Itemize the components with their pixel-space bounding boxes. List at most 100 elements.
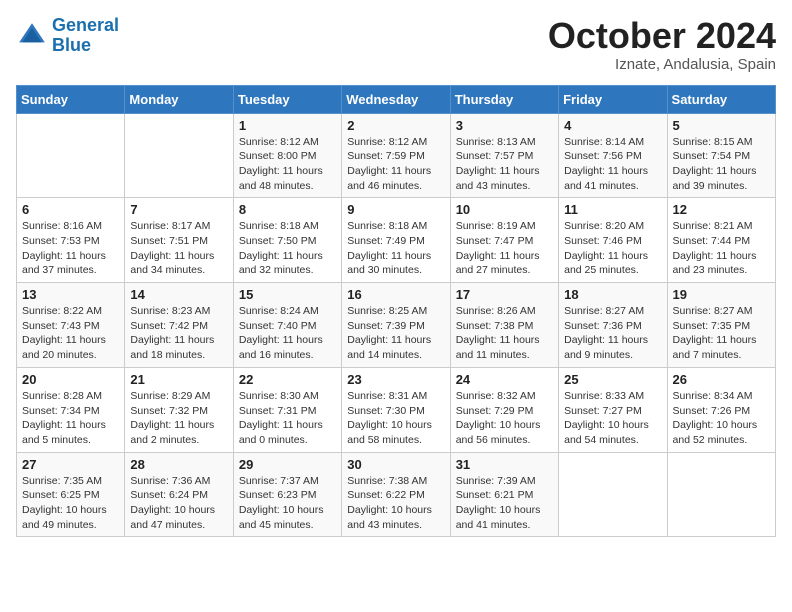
calendar-cell: 2 Sunrise: 8:12 AMSunset: 7:59 PMDaylight…: [342, 113, 450, 198]
calendar-cell: 8 Sunrise: 8:18 AMSunset: 7:50 PMDaylight…: [233, 198, 341, 283]
day-number: 6: [22, 202, 119, 217]
day-number: 26: [673, 372, 770, 387]
day-info: Sunrise: 8:27 AMSunset: 7:35 PMDaylight:…: [673, 304, 770, 363]
calendar-cell: 4Sunrise: 8:14 AMSunset: 7:56 PMDaylight…: [559, 113, 667, 198]
calendar-cell: 9Sunrise: 8:18 AMSunset: 7:49 PMDaylight…: [342, 198, 450, 283]
calendar-cell: 1Sunrise: 8:12 AMSunset: 8:00 PMDaylight…: [233, 113, 341, 198]
calendar-cell: 19 Sunrise: 8:27 AMSunset: 7:35 PMDayligh…: [667, 283, 775, 368]
day-info: Sunrise: 8:12 AMSunset: 7:59 PMDaylight:…: [347, 135, 444, 194]
day-number: 3: [456, 118, 553, 133]
header-cell-saturday: Saturday: [667, 85, 775, 113]
day-info: Sunrise: 7:35 AMSunset: 6:25 PMDaylight:…: [22, 474, 119, 533]
day-info: Sunrise: 8:18 AMSunset: 7:50 PMDaylight:…: [239, 219, 336, 278]
day-number: 14: [130, 287, 227, 302]
day-info: Sunrise: 8:21 AMSunset: 7:44 PMDaylight:…: [673, 219, 770, 278]
calendar-week-0: 1Sunrise: 8:12 AMSunset: 8:00 PMDaylight…: [17, 113, 776, 198]
day-info: Sunrise: 8:33 AMSunset: 7:27 PMDaylight:…: [564, 389, 661, 448]
day-number: 11: [564, 202, 661, 217]
day-info: Sunrise: 8:12 AMSunset: 8:00 PMDaylight:…: [239, 135, 336, 194]
header-cell-monday: Monday: [125, 85, 233, 113]
page-header: General Blue October 2024 Iznate, Andalu…: [16, 16, 776, 73]
day-info: Sunrise: 8:22 AMSunset: 7:43 PMDaylight:…: [22, 304, 119, 363]
calendar-cell: 16 Sunrise: 8:25 AMSunset: 7:39 PMDayligh…: [342, 283, 450, 368]
day-info: Sunrise: 7:38 AMSunset: 6:22 PMDaylight:…: [347, 474, 444, 533]
calendar-cell: 27 Sunrise: 7:35 AMSunset: 6:25 PMDayligh…: [17, 452, 125, 537]
calendar-week-4: 27 Sunrise: 7:35 AMSunset: 6:25 PMDayligh…: [17, 452, 776, 537]
day-number: 16: [347, 287, 444, 302]
day-info: Sunrise: 8:20 AMSunset: 7:46 PMDaylight:…: [564, 219, 661, 278]
day-number: 25: [564, 372, 661, 387]
title-block: October 2024 Iznate, Andalusia, Spain: [548, 16, 776, 73]
calendar-cell: 13 Sunrise: 8:22 AMSunset: 7:43 PMDayligh…: [17, 283, 125, 368]
header-cell-friday: Friday: [559, 85, 667, 113]
day-number: 5: [673, 118, 770, 133]
day-info: Sunrise: 8:23 AMSunset: 7:42 PMDaylight:…: [130, 304, 227, 363]
day-info: Sunrise: 8:24 AMSunset: 7:40 PMDaylight:…: [239, 304, 336, 363]
day-info: Sunrise: 8:27 AMSunset: 7:36 PMDaylight:…: [564, 304, 661, 363]
day-info: Sunrise: 8:25 AMSunset: 7:39 PMDaylight:…: [347, 304, 444, 363]
day-info: Sunrise: 8:18 AMSunset: 7:49 PMDaylight:…: [347, 219, 444, 278]
day-number: 23: [347, 372, 444, 387]
day-info: Sunrise: 8:26 AMSunset: 7:38 PMDaylight:…: [456, 304, 553, 363]
day-info: Sunrise: 8:29 AMSunset: 7:32 PMDaylight:…: [130, 389, 227, 448]
calendar-cell: 26Sunrise: 8:34 AMSunset: 7:26 PMDayligh…: [667, 367, 775, 452]
calendar-cell: 12 Sunrise: 8:21 AMSunset: 7:44 PMDayligh…: [667, 198, 775, 283]
day-info: Sunrise: 8:14 AMSunset: 7:56 PMDaylight:…: [564, 135, 661, 194]
day-number: 31: [456, 457, 553, 472]
day-number: 22: [239, 372, 336, 387]
logo-line2: Blue: [52, 35, 91, 55]
calendar-cell: 10Sunrise: 8:19 AMSunset: 7:47 PMDayligh…: [450, 198, 558, 283]
day-number: 29: [239, 457, 336, 472]
day-number: 8: [239, 202, 336, 217]
calendar-cell: [17, 113, 125, 198]
day-number: 19: [673, 287, 770, 302]
day-number: 27: [22, 457, 119, 472]
header-cell-sunday: Sunday: [17, 85, 125, 113]
calendar-cell: 23Sunrise: 8:31 AMSunset: 7:30 PMDayligh…: [342, 367, 450, 452]
logo-line1: General: [52, 15, 119, 35]
calendar-cell: 7Sunrise: 8:17 AMSunset: 7:51 PMDaylight…: [125, 198, 233, 283]
day-info: Sunrise: 8:15 AMSunset: 7:54 PMDaylight:…: [673, 135, 770, 194]
header-cell-tuesday: Tuesday: [233, 85, 341, 113]
calendar-cell: 24 Sunrise: 8:32 AMSunset: 7:29 PMDayligh…: [450, 367, 558, 452]
calendar-cell: 5 Sunrise: 8:15 AMSunset: 7:54 PMDaylight…: [667, 113, 775, 198]
calendar-cell: 3 Sunrise: 8:13 AMSunset: 7:57 PMDaylight…: [450, 113, 558, 198]
calendar-cell: [667, 452, 775, 537]
day-number: 30: [347, 457, 444, 472]
logo-text: General Blue: [52, 16, 119, 56]
day-number: 15: [239, 287, 336, 302]
day-info: Sunrise: 8:13 AMSunset: 7:57 PMDaylight:…: [456, 135, 553, 194]
day-number: 12: [673, 202, 770, 217]
day-info: Sunrise: 8:32 AMSunset: 7:29 PMDaylight:…: [456, 389, 553, 448]
day-number: 21: [130, 372, 227, 387]
calendar-cell: 31Sunrise: 7:39 AMSunset: 6:21 PMDayligh…: [450, 452, 558, 537]
logo-icon: [16, 20, 48, 52]
calendar-table: SundayMondayTuesdayWednesdayThursdayFrid…: [16, 85, 776, 538]
logo: General Blue: [16, 16, 119, 56]
calendar-header: SundayMondayTuesdayWednesdayThursdayFrid…: [17, 85, 776, 113]
calendar-cell: 22 Sunrise: 8:30 AMSunset: 7:31 PMDayligh…: [233, 367, 341, 452]
day-info: Sunrise: 8:16 AMSunset: 7:53 PMDaylight:…: [22, 219, 119, 278]
calendar-cell: 21 Sunrise: 8:29 AMSunset: 7:32 PMDayligh…: [125, 367, 233, 452]
day-number: 24: [456, 372, 553, 387]
day-number: 2: [347, 118, 444, 133]
header-cell-thursday: Thursday: [450, 85, 558, 113]
calendar-cell: [559, 452, 667, 537]
day-info: Sunrise: 8:19 AMSunset: 7:47 PMDaylight:…: [456, 219, 553, 278]
calendar-week-2: 13 Sunrise: 8:22 AMSunset: 7:43 PMDayligh…: [17, 283, 776, 368]
header-cell-wednesday: Wednesday: [342, 85, 450, 113]
calendar-cell: 18Sunrise: 8:27 AMSunset: 7:36 PMDayligh…: [559, 283, 667, 368]
day-info: Sunrise: 7:36 AMSunset: 6:24 PMDaylight:…: [130, 474, 227, 533]
day-info: Sunrise: 8:17 AMSunset: 7:51 PMDaylight:…: [130, 219, 227, 278]
calendar-cell: 25 Sunrise: 8:33 AMSunset: 7:27 PMDayligh…: [559, 367, 667, 452]
calendar-cell: 28Sunrise: 7:36 AMSunset: 6:24 PMDayligh…: [125, 452, 233, 537]
day-info: Sunrise: 8:30 AMSunset: 7:31 PMDaylight:…: [239, 389, 336, 448]
day-number: 20: [22, 372, 119, 387]
header-row: SundayMondayTuesdayWednesdayThursdayFrid…: [17, 85, 776, 113]
calendar-cell: 17Sunrise: 8:26 AMSunset: 7:38 PMDayligh…: [450, 283, 558, 368]
calendar-cell: 30 Sunrise: 7:38 AMSunset: 6:22 PMDayligh…: [342, 452, 450, 537]
calendar-cell: 11 Sunrise: 8:20 AMSunset: 7:46 PMDayligh…: [559, 198, 667, 283]
month-title: October 2024: [548, 16, 776, 56]
calendar-cell: [125, 113, 233, 198]
day-number: 13: [22, 287, 119, 302]
